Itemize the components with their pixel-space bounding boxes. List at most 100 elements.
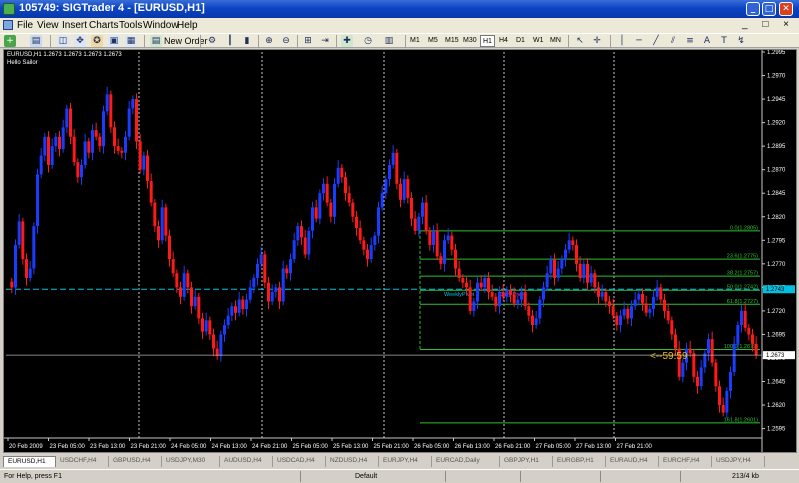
bearish-candle — [351, 202, 355, 217]
bullish-candle — [619, 315, 622, 326]
strategy-tester-icon[interactable]: ▦ — [125, 35, 137, 47]
bullish-candle — [549, 259, 553, 274]
period-m15[interactable]: M15 — [445, 35, 459, 47]
bullish-candle — [307, 230, 311, 255]
label-icon[interactable]: T — [718, 35, 730, 47]
period-m5[interactable]: M5 — [428, 35, 438, 47]
bearish-candle — [743, 310, 747, 328]
expert-advisors-icon[interactable]: ⚙ — [206, 35, 218, 47]
bearish-candle — [263, 254, 267, 283]
data-window-icon[interactable]: ✥ — [74, 35, 86, 47]
bullish-candle — [50, 146, 54, 165]
period-d1[interactable]: D1 — [516, 35, 525, 47]
bearish-candle — [428, 230, 432, 245]
bearish-candle — [747, 327, 751, 335]
zoom-in-icon[interactable]: ⊕ — [263, 35, 275, 47]
symbol-tab-eurjpy-h4[interactable]: EURJPY,H4 — [379, 456, 432, 467]
tile-windows-icon[interactable]: ⊞ — [302, 35, 314, 47]
y-tick-label: 1.2620 — [767, 403, 786, 409]
bullish-candle — [505, 290, 509, 297]
menu-file[interactable]: File — [17, 20, 33, 31]
bullish-candle — [193, 296, 197, 307]
menu-tools[interactable]: Tools — [119, 20, 142, 31]
bullish-candle — [336, 167, 340, 184]
vertical-line-icon[interactable]: │ — [616, 35, 628, 47]
period-h4[interactable]: H4 — [499, 35, 508, 47]
bearish-candle — [604, 292, 608, 302]
bearish-candle — [325, 183, 329, 203]
horizontal-line-icon[interactable]: ─ — [633, 35, 645, 47]
menu-charts[interactable]: Charts — [89, 20, 118, 31]
terminal-icon[interactable]: ▣ — [108, 35, 120, 47]
title-bar[interactable]: 105749: SIGTrader 4 - [EURUSD,H1] _ □ ✕ — [0, 0, 799, 18]
bullish-candle — [520, 292, 523, 300]
trendline-icon[interactable]: ╱ — [650, 35, 662, 47]
symbol-tab-eurgbp-h1[interactable]: EURGBP,H1 — [553, 456, 606, 467]
arrows-icon[interactable]: ↯ — [735, 35, 747, 47]
traffic-counter: 213/4 kb — [732, 473, 759, 480]
bearish-candle — [197, 296, 201, 319]
chart-window[interactable]: 1.2995 1.2970 1.2945 1.2920 1.2895 1.2870 1.28… — [3, 49, 797, 453]
menu-insert[interactable]: Insert — [62, 20, 87, 31]
mdi-window-buttons[interactable]: _ □ × — [742, 19, 795, 30]
bar-chart-icon[interactable]: ┃ — [224, 35, 236, 47]
symbol-tab-eurusd-h1[interactable]: EURUSD,H1 — [3, 456, 56, 467]
y-tick-label: 1.2945 — [767, 97, 786, 103]
price-chart[interactable]: 1.2995 1.2970 1.2945 1.2920 1.2895 1.2870 1.28… — [4, 50, 796, 452]
market-watch-icon[interactable]: ◫ — [57, 35, 69, 47]
symbol-tab-gbpusd-h4[interactable]: GBPUSD,H4 — [109, 456, 162, 467]
bearish-candle — [113, 127, 116, 147]
bullish-candle — [311, 207, 314, 231]
symbol-tab-usdchf-h4[interactable]: USDCHF,H4 — [56, 456, 109, 467]
close-button[interactable]: ✕ — [779, 2, 793, 16]
chart-shift-icon[interactable]: ⇥ — [319, 35, 331, 47]
bearish-candle — [512, 294, 516, 304]
candlestick-icon[interactable]: ▮ — [241, 35, 253, 47]
symbol-tab-euraud-h4[interactable]: EURAUD,H4 — [606, 456, 659, 467]
bullish-candle — [630, 306, 633, 319]
profiles-icon[interactable]: ▤ — [30, 35, 42, 47]
bullish-candle — [648, 309, 652, 313]
channel-icon[interactable]: ⫽ — [667, 35, 679, 47]
navigator-icon[interactable]: ✪ — [91, 35, 103, 47]
maximize-button[interactable]: □ — [762, 2, 776, 16]
bullish-candle — [223, 325, 226, 335]
symbol-tab-usdjpy-m30[interactable]: USDJPY,M30 — [162, 456, 220, 467]
cursor-icon[interactable]: ↖ — [574, 35, 586, 47]
minimize-button[interactable]: _ — [746, 2, 760, 16]
zoom-out-icon[interactable]: ⊖ — [280, 35, 292, 47]
text-icon[interactable]: A — [701, 35, 713, 47]
new-chart-icon[interactable]: + — [4, 35, 16, 47]
symbol-tab-usdjpy-h4[interactable]: USDJPY,H4 — [712, 456, 765, 467]
period-mn[interactable]: MN — [550, 35, 561, 47]
symbol-tab-eurcad-daily[interactable]: EURCAD,Daily — [432, 456, 500, 467]
symbol-tab-gbpjpy-h1[interactable]: GBPJPY,H1 — [500, 456, 553, 467]
symbol-tab-nzdusd-h4[interactable]: NZDUSD,H4 — [326, 456, 379, 467]
symbol-tab-audusd-h4[interactable]: AUDUSD,H4 — [220, 456, 273, 467]
menu-view[interactable]: View — [37, 20, 59, 31]
indicators-icon[interactable]: ✚ — [341, 35, 353, 47]
period-w1[interactable]: W1 — [533, 35, 544, 47]
menu-help[interactable]: Help — [177, 20, 198, 31]
period-h1[interactable]: H1 — [480, 35, 495, 47]
period-m1[interactable]: M1 — [410, 35, 420, 47]
fib-level-label: 0.0(1.2805) — [730, 225, 758, 231]
crosshair-icon[interactable]: ✛ — [591, 35, 603, 47]
symbol-tab-eurchf-h4[interactable]: EURCHF,H4 — [659, 456, 712, 467]
bearish-candle — [300, 226, 303, 238]
bearish-candle — [696, 376, 699, 387]
menu-window[interactable]: Window — [143, 20, 179, 31]
periods-icon[interactable]: ◷ — [362, 35, 374, 47]
bearish-candle — [406, 179, 410, 198]
bullish-candle — [556, 268, 560, 278]
bearish-candle — [721, 405, 725, 413]
bearish-candle — [175, 273, 179, 288]
period-m30[interactable]: M30 — [463, 35, 477, 47]
fibonacci-icon[interactable]: ≡ — [684, 35, 696, 47]
bearish-candle — [670, 320, 674, 335]
templates-icon[interactable]: ▥ — [383, 35, 395, 47]
bullish-candle — [39, 155, 43, 175]
symbol-tab-usdcad-h4[interactable]: USDCAD,H4 — [273, 456, 326, 467]
bullish-candle — [142, 155, 146, 170]
new-order-icon[interactable]: ▤ — [150, 35, 162, 47]
